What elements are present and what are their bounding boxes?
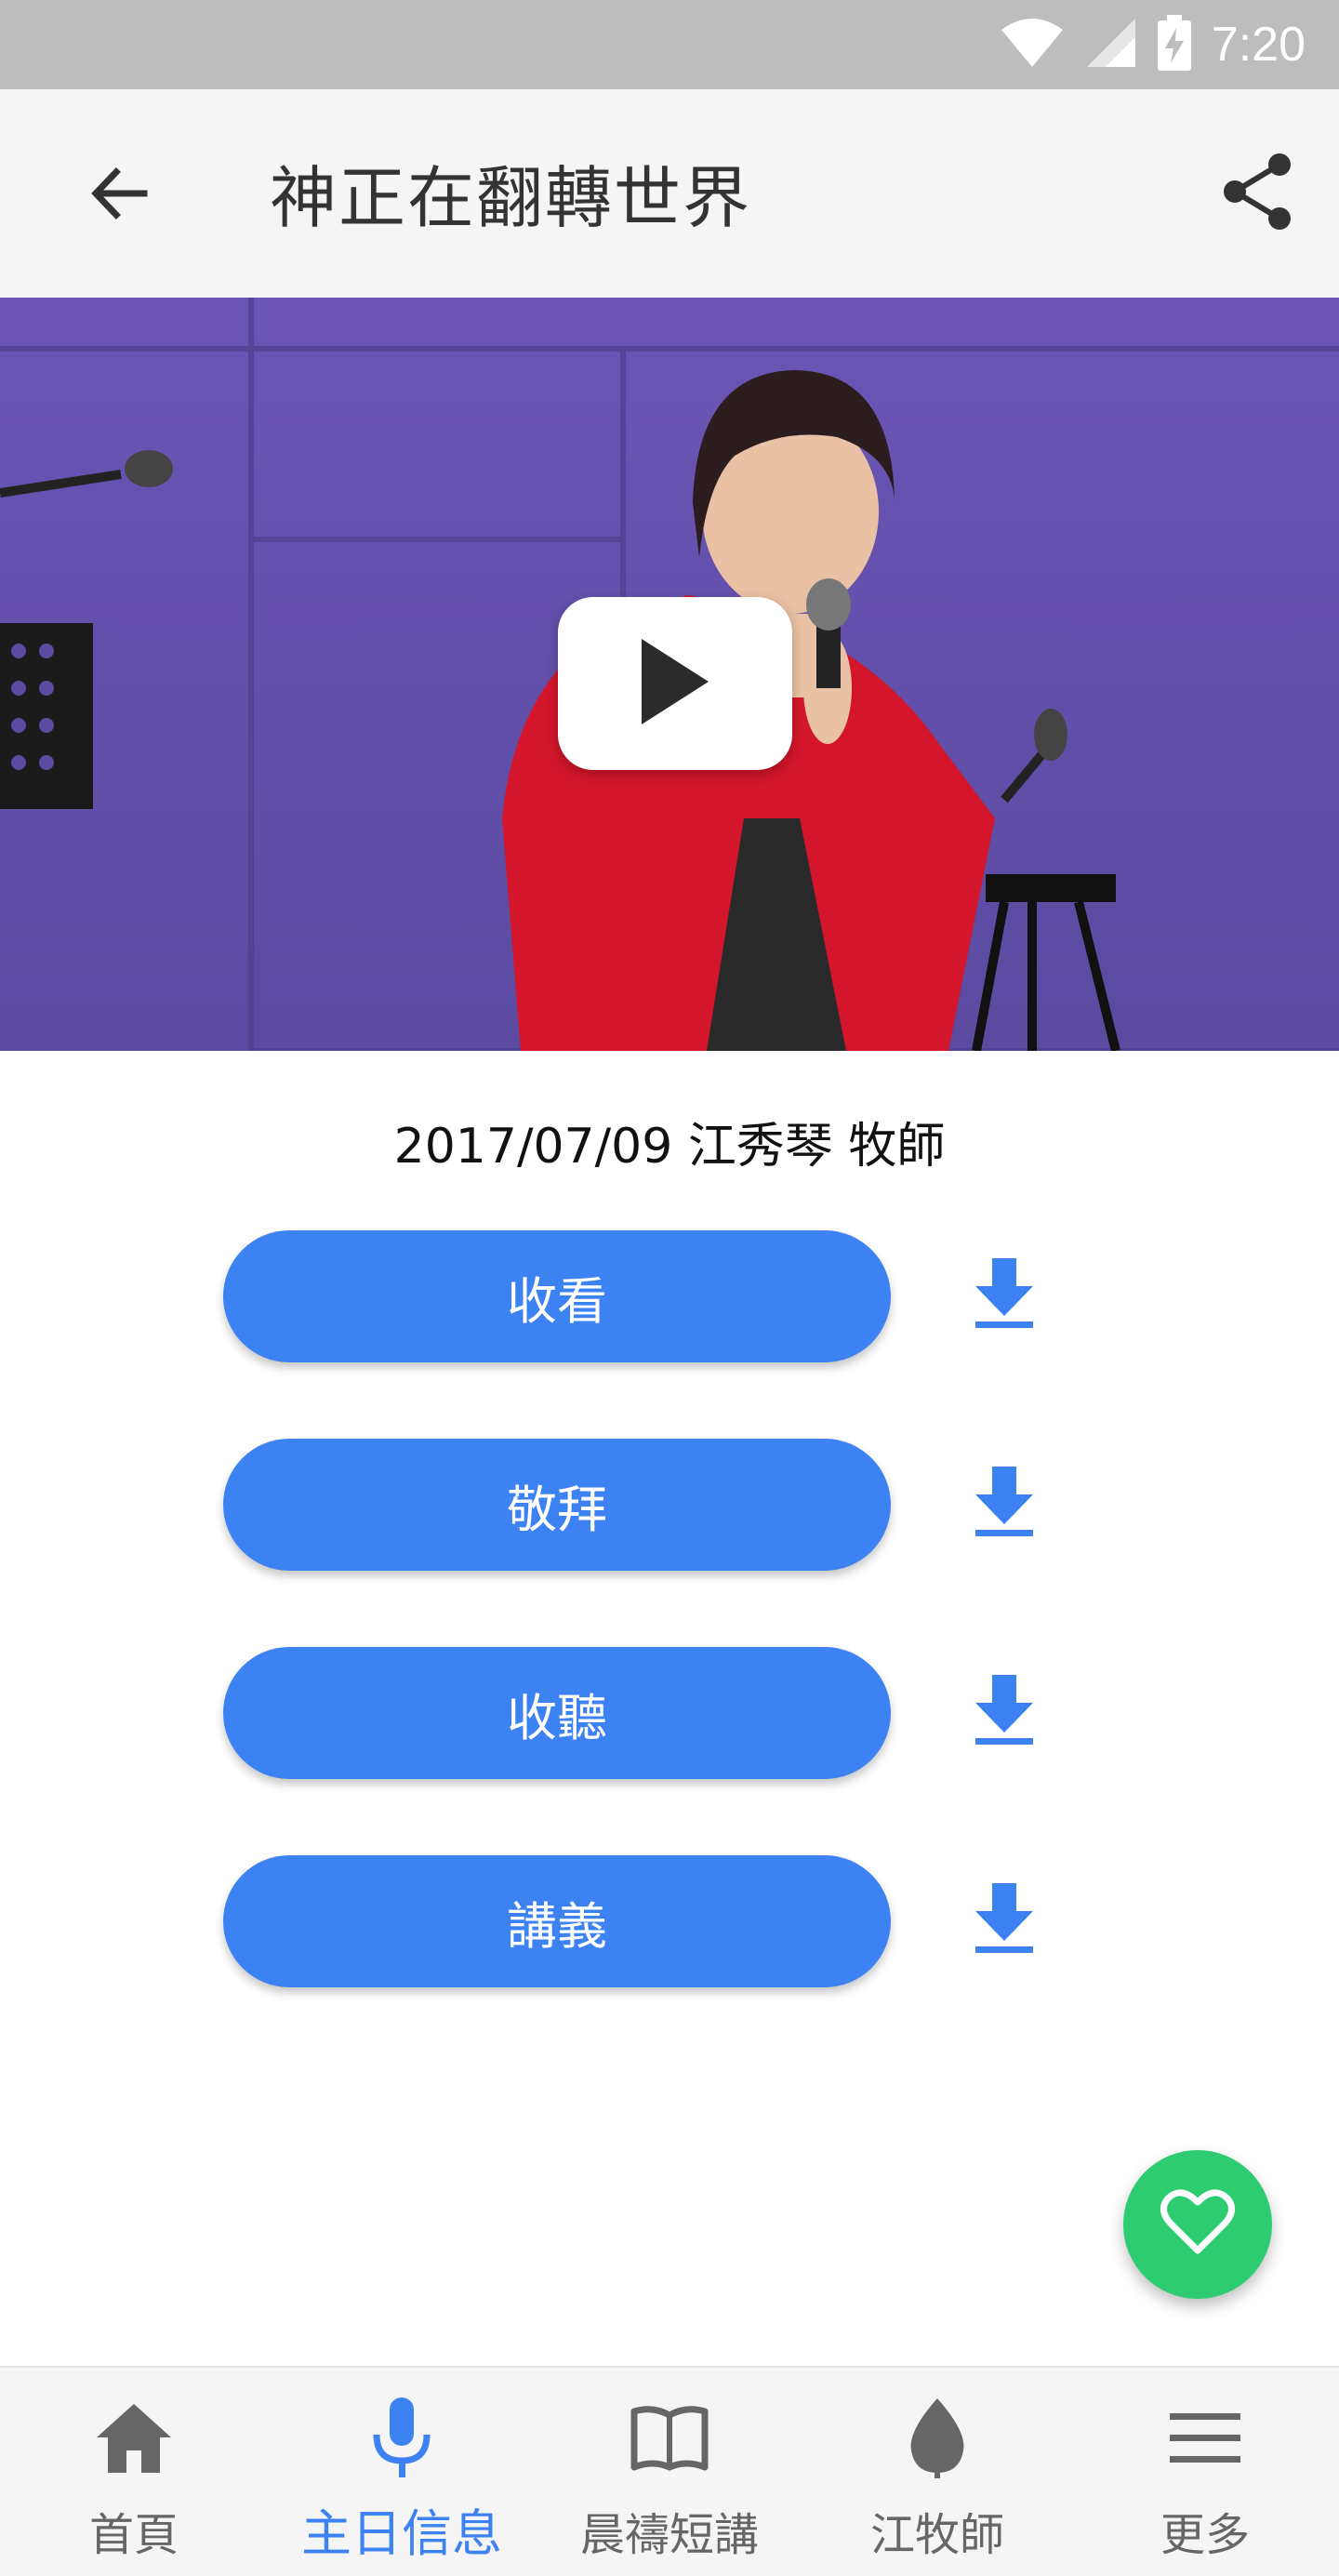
heart-icon <box>1160 2189 1235 2260</box>
nav-item-pastor[interactable]: 江牧師 <box>803 2368 1071 2576</box>
worship-button[interactable]: 敬拜 <box>223 1439 891 1571</box>
nav-item-sermons[interactable]: 主日信息 <box>268 2368 536 2576</box>
leaf-icon <box>803 2392 1071 2485</box>
nav-item-morning-prayer[interactable]: 晨禱短講 <box>536 2368 803 2576</box>
book-icon <box>536 2392 803 2485</box>
status-icons: 7:20 <box>1000 0 1306 89</box>
page-title: 神正在翻轉世界 <box>270 159 752 237</box>
download-icon <box>974 1883 1035 1958</box>
share-icon <box>1220 152 1294 235</box>
download-worship-button[interactable] <box>958 1457 1051 1550</box>
share-button[interactable] <box>1207 143 1307 244</box>
nav-label-sermons: 主日信息 <box>301 2504 502 2563</box>
nav-item-home[interactable]: 首頁 <box>0 2368 268 2576</box>
status-bar: 7:20 <box>0 0 1339 89</box>
download-watch-button[interactable] <box>958 1249 1051 1342</box>
app-bar: 神正在翻轉世界 <box>0 89 1339 298</box>
microphone-icon <box>268 2392 536 2485</box>
home-icon <box>0 2392 268 2485</box>
download-icon <box>974 1675 1035 1749</box>
video-thumbnail[interactable] <box>0 298 1339 1051</box>
nav-item-more[interactable]: 更多 <box>1071 2368 1339 2576</box>
nav-label-more: 更多 <box>1160 2509 1250 2561</box>
nav-label-morning-prayer: 晨禱短講 <box>579 2509 759 2561</box>
download-icon <box>974 1258 1035 1333</box>
action-row-worship: 敬拜 <box>223 1439 1041 1574</box>
wifi-icon <box>1000 17 1065 73</box>
download-icon <box>974 1467 1035 1541</box>
sermon-meta: 2017/07/09 江秀琴 牧師 <box>393 1119 946 1175</box>
back-button[interactable] <box>73 149 166 242</box>
download-notes-button[interactable] <box>958 1874 1051 1967</box>
listen-button[interactable]: 收聽 <box>223 1647 891 1779</box>
action-row-notes: 講義 <box>223 1855 1041 1991</box>
notes-button[interactable]: 講義 <box>223 1855 891 1987</box>
arrow-back-icon <box>86 161 152 230</box>
bottom-nav: 首頁 主日信息 晨禱短講 江牧師 更多 <box>0 2366 1339 2576</box>
action-row-watch: 收看 <box>223 1230 1041 1366</box>
play-icon <box>638 635 712 732</box>
menu-icon <box>1071 2392 1339 2485</box>
play-button[interactable] <box>558 597 792 770</box>
favorite-button[interactable] <box>1123 2150 1272 2299</box>
signal-icon <box>1085 17 1137 73</box>
nav-label-home: 首頁 <box>88 2509 179 2561</box>
download-listen-button[interactable] <box>958 1666 1051 1759</box>
nav-label-pastor: 江牧師 <box>869 2509 1004 2561</box>
action-row-listen: 收聽 <box>223 1647 1041 1783</box>
status-time: 7:20 <box>1211 18 1306 72</box>
battery-charging-icon <box>1157 15 1191 74</box>
watch-button[interactable]: 收看 <box>223 1230 891 1362</box>
